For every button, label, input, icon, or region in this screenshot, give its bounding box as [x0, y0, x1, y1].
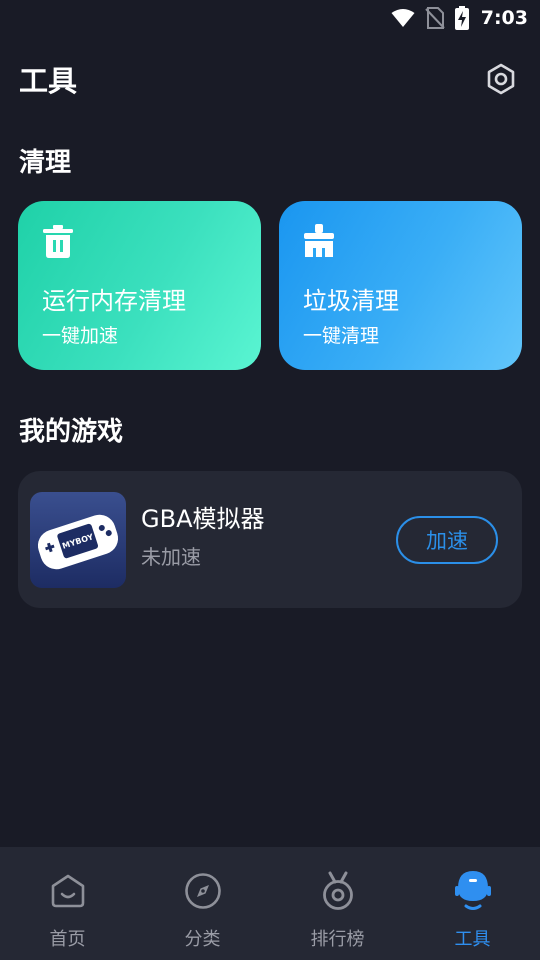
- nav-label-category: 分类: [184, 929, 221, 950]
- junk-clean-subtitle: 一键清理: [303, 325, 380, 347]
- status-time: 7:03: [480, 7, 528, 29]
- junk-clean-title: 垃圾清理: [303, 287, 399, 315]
- memory-clean-subtitle: 一键加速: [42, 325, 119, 347]
- page-title: 工具: [19, 64, 78, 98]
- game-icon: MYBOY: [30, 492, 126, 588]
- medal-icon: [322, 871, 353, 910]
- home-icon: [51, 874, 84, 908]
- game-name: GBA模拟器: [141, 505, 265, 533]
- settings-button[interactable]: [482, 60, 520, 98]
- nav-item-tools[interactable]: 工具: [405, 847, 540, 960]
- robot-icon: [454, 871, 491, 910]
- broom-icon: [304, 224, 334, 257]
- junk-clean-card[interactable]: 垃圾清理 一键清理: [279, 201, 522, 370]
- memory-clean-title: 运行内存清理: [42, 287, 186, 315]
- section-title-clean: 清理: [19, 148, 72, 178]
- tools-screen: 7:03 工具 清理 运行内存清理 一键加速 垃圾清理 一键清理 我的游戏 MY…: [0, 0, 540, 960]
- bottom-nav: 首页 分类 排行榜 工具: [0, 847, 540, 960]
- nav-label-ranking: 排行榜: [310, 929, 365, 950]
- nav-item-category[interactable]: 分类: [135, 847, 270, 960]
- status-bar: 7:03: [0, 0, 540, 36]
- battery-charging-icon: [454, 6, 469, 30]
- game-list-item[interactable]: MYBOY GBA模拟器 未加速 加速: [18, 471, 522, 608]
- no-sim-icon: [425, 7, 445, 29]
- trash-icon: [43, 225, 73, 258]
- nav-item-home[interactable]: 首页: [0, 847, 135, 960]
- wifi-icon: [391, 9, 415, 27]
- section-title-games: 我的游戏: [19, 417, 124, 447]
- compass-icon: [184, 873, 221, 909]
- game-status: 未加速: [141, 545, 201, 569]
- nav-label-home: 首页: [49, 929, 86, 950]
- memory-clean-card[interactable]: 运行内存清理 一键加速: [18, 201, 261, 370]
- accelerate-button[interactable]: 加速: [396, 516, 498, 564]
- gear-icon: [487, 63, 515, 95]
- status-icons: 7:03: [391, 5, 528, 31]
- nav-label-tools: 工具: [454, 929, 491, 950]
- nav-item-ranking[interactable]: 排行榜: [270, 847, 405, 960]
